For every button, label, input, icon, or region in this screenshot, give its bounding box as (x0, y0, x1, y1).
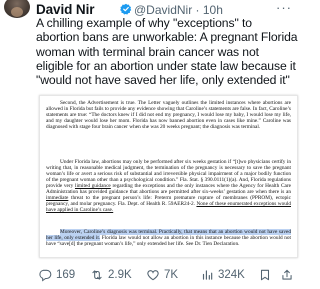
like-button[interactable]: 7K (146, 266, 178, 284)
like-icon (147, 270, 159, 281)
post-actions-bar: 169 2.9K 7K 324K (38, 266, 298, 284)
author-handle-time[interactable]: @DavidNir · 10h (134, 3, 223, 17)
repost-button[interactable]: 2.9K (90, 266, 132, 284)
bookmark-button[interactable] (258, 266, 272, 284)
more-options-button[interactable]: ··· (276, 0, 292, 15)
document-paragraph-3: Moreover, Caroline’s diagnosis was termi… (46, 229, 291, 247)
author-name[interactable]: David Nir (36, 2, 94, 17)
reply-icon (39, 269, 52, 282)
like-count: 7K (164, 269, 179, 281)
share-icon (282, 269, 292, 280)
document-paragraph-1: Second, the Advertisement is true. The L… (46, 100, 291, 131)
post-header: David Nir @DavidNir · 10h ··· (0, 0, 300, 18)
views-button[interactable]: 324K (200, 266, 245, 284)
avatar[interactable] (4, 0, 30, 18)
reply-button[interactable]: 169 (38, 266, 75, 284)
repost-count: 2.9K (108, 269, 132, 281)
views-count: 324K (218, 269, 245, 281)
reply-count: 169 (56, 269, 76, 281)
verified-badge-icon (120, 3, 132, 15)
bookmark-icon (260, 269, 270, 281)
post-text: A chilling example of why "exceptions" t… (36, 16, 298, 88)
document-paragraph-2: Under Florida law, abortions may only be… (46, 159, 291, 213)
share-button[interactable] (280, 266, 294, 284)
attached-document-image[interactable]: Second, the Advertisement is true. The L… (39, 95, 298, 258)
repost-icon (92, 270, 102, 280)
views-icon (202, 270, 213, 280)
